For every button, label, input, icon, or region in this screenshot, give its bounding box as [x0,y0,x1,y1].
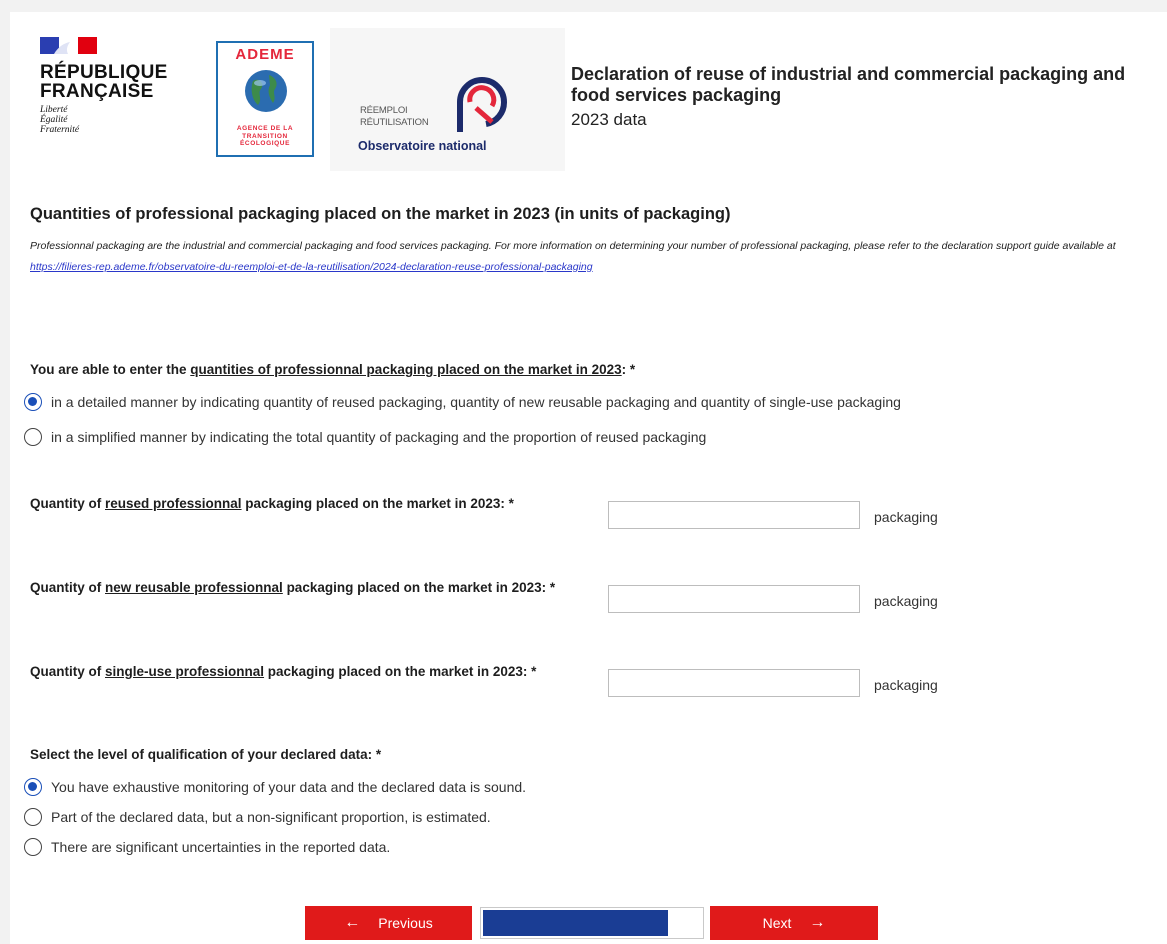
radio-button-checked[interactable] [24,778,42,796]
radio-button[interactable] [24,428,42,446]
radio-button[interactable] [24,838,42,856]
single-use-quantity-label: Quantity of single-use professionnal pac… [30,664,537,679]
new-reusable-quantity-input[interactable] [608,585,860,613]
single-use-quantity-unit: packaging [874,677,938,693]
form-page: RÉPUBLIQUE FRANÇAISE Liberté Égalité Fra… [10,12,1167,944]
entry-mode-option-simplified[interactable]: in a simplified manner by indicating the… [24,428,706,446]
single-use-quantity-input[interactable] [608,669,860,697]
marianne-flag-icon [40,37,97,54]
declaration-header: Declaration of reuse of industrial and c… [571,64,1131,130]
previous-button[interactable]: ← Previous [305,906,472,940]
reused-quantity-label: Quantity of reused professionnal packagi… [30,496,514,511]
progress-bar [480,907,704,939]
entry-mode-question: You are able to enter the quantities of … [30,362,636,377]
section-title: Quantities of professional packaging pla… [30,205,731,223]
arrow-right-icon: → [809,914,826,931]
new-reusable-quantity-label: Quantity of new reusable professionnal p… [30,580,556,595]
reused-quantity-input[interactable] [608,501,860,529]
ademe-logo: ADEME AGENCE DE LA TRANSITION ÉCOLOGIQUE [216,41,314,157]
qualification-option-uncertain[interactable]: There are significant uncertainties in t… [24,838,390,856]
ademe-tagline: AGENCE DE LA TRANSITION ÉCOLOGIQUE [236,125,294,147]
republique-francaise-name: RÉPUBLIQUE FRANÇAISE [40,62,168,102]
entry-mode-option-detailed[interactable]: in a detailed manner by indicating quant… [24,393,901,411]
support-guide-link[interactable]: https://filieres-rep.ademe.fr/observatoi… [30,261,593,273]
section-info-text: Professionnal packaging are the industri… [30,240,1116,273]
republique-motto: Liberté Égalité Fraternité [40,105,80,135]
reused-quantity-unit: packaging [874,509,938,525]
data-year-label: 2023 data [571,110,647,129]
page-title: Declaration of reuse of industrial and c… [571,64,1126,105]
arrow-left-icon: ← [344,914,361,931]
next-button[interactable]: Next → [710,906,878,940]
qualification-option-partly-estimated[interactable]: Part of the declared data, but a non-sig… [24,808,491,826]
progress-bar-fill [483,910,669,936]
globe-icon [245,70,287,112]
observatoire-logo: RÉEMPLOI RÉUTILISATION Observatoire nati… [330,28,565,171]
new-reusable-quantity-unit: packaging [874,593,938,609]
reemploi-reutilisation-text: RÉEMPLOI RÉUTILISATION [360,105,429,128]
radio-button[interactable] [24,808,42,826]
observatoire-emblem-icon [457,77,508,132]
qualification-option-exhaustive[interactable]: You have exhaustive monitoring of your d… [24,778,526,796]
radio-button-checked[interactable] [24,393,42,411]
qualification-question: Select the level of qualification of you… [30,747,382,762]
